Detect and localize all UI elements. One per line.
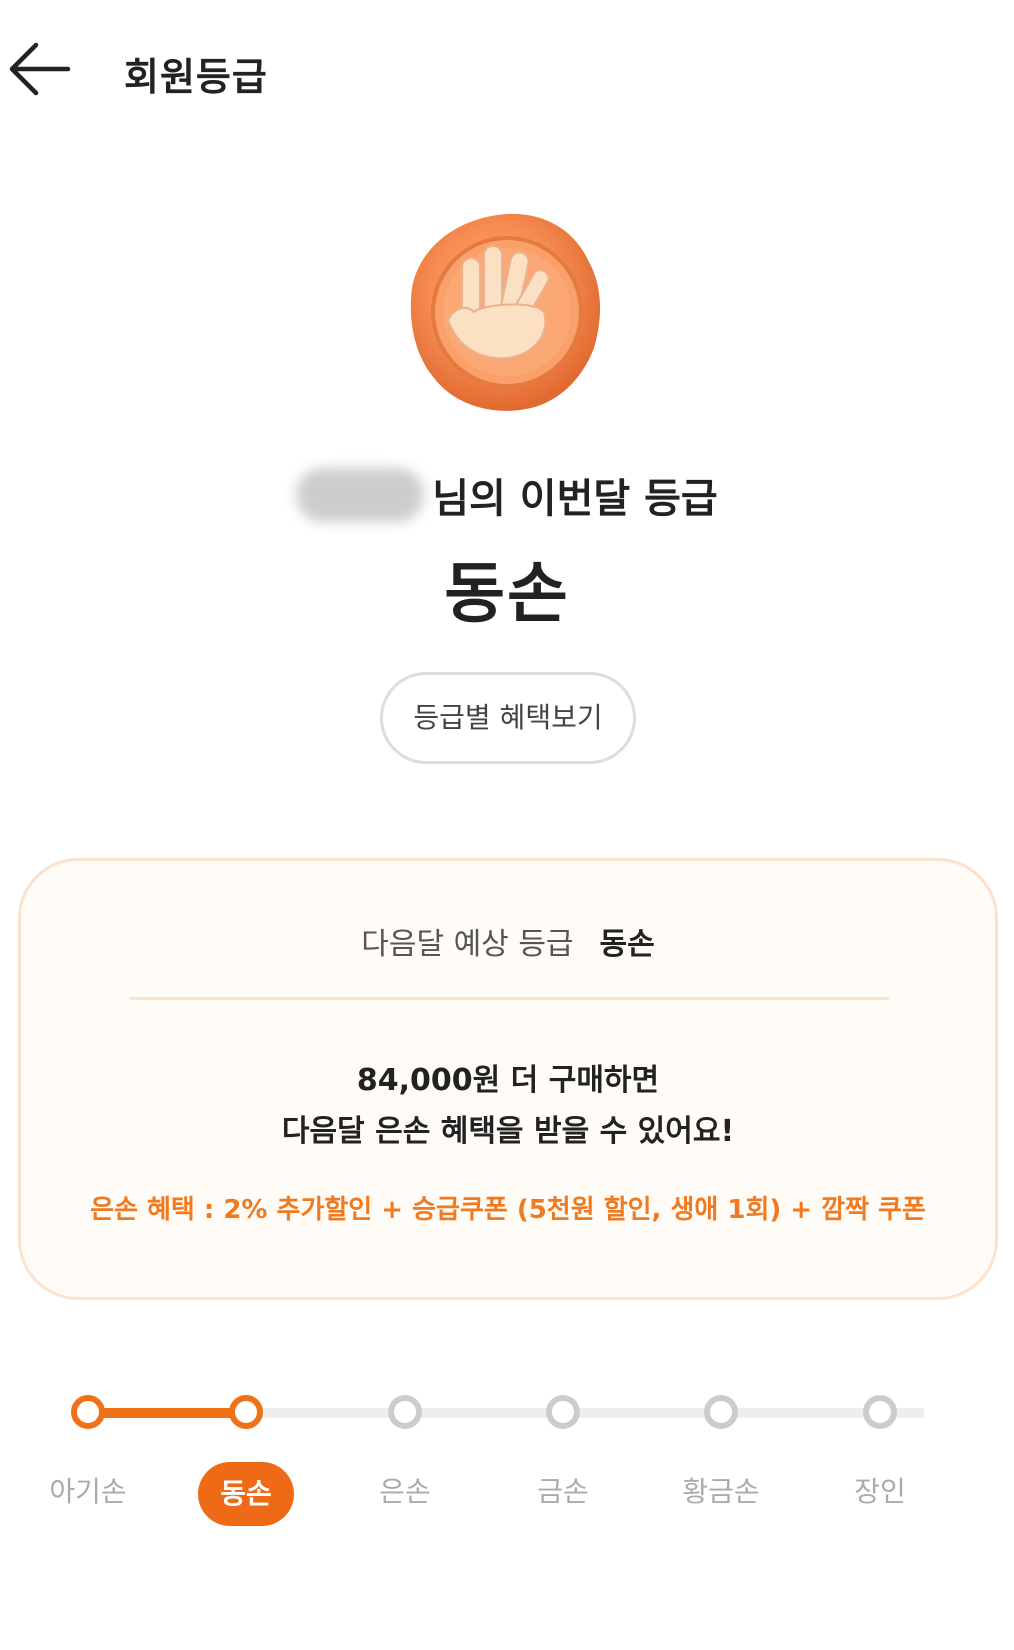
back-button[interactable]	[6, 38, 74, 100]
forecast-message-line2: 다음달 은손 혜택을 받을 수 있어요!	[281, 1114, 735, 1149]
grade-caption-text: 님의 이번달 등급	[432, 476, 718, 522]
current-grade-caption: 님의 이번달 등급	[0, 466, 1014, 526]
app-header: 회원등급	[0, 0, 1014, 150]
forecast-message-line1: 84,000원 더 구매하면	[356, 1063, 660, 1098]
blurred-username	[296, 468, 425, 522]
forecast-grade: 동손	[599, 927, 655, 962]
next-month-forecast-card: 다음달 예상 등급 동손 84,000원 더 구매하면 다음달 은손 혜택을 받을…	[18, 858, 998, 1300]
tier-label-gold: 금손	[537, 1475, 589, 1508]
view-benefits-button[interactable]: 등급별 혜택보기	[380, 672, 636, 764]
tier-dot-bronze	[229, 1395, 263, 1429]
wax-seal-hand-icon	[410, 213, 601, 411]
tier-label-bronze-current: 동손	[198, 1462, 294, 1526]
tier-dot-gold	[546, 1395, 580, 1429]
tier-dot-baby	[71, 1395, 105, 1429]
tier-label-baby: 아기손	[49, 1475, 127, 1508]
page-title: 회원등급	[124, 55, 268, 99]
current-grade-name: 동손	[444, 555, 570, 632]
arrow-left-icon	[9, 42, 71, 96]
tier-dot-silver	[388, 1395, 422, 1429]
forecast-label: 다음달 예상 등급	[361, 927, 574, 962]
grade-badge	[404, 208, 610, 416]
tier-label-master: 장인	[854, 1475, 906, 1508]
benefit-note: 은손 혜택 : 2% 추가할인 + 승급쿠폰 (5천원 할인, 생애 1회) +…	[90, 1195, 926, 1225]
card-divider	[129, 997, 889, 1000]
tier-label-golden: 황금손	[682, 1475, 760, 1508]
tier-label-silver: 은손	[379, 1475, 431, 1508]
tier-dot-master	[863, 1395, 897, 1429]
grade-progress-track: 아기손 동손 은손 금손 황금손 장인	[0, 1370, 1014, 1526]
forecast-row: 다음달 예상 등급 동손	[21, 919, 995, 963]
tier-dot-golden	[704, 1395, 738, 1429]
